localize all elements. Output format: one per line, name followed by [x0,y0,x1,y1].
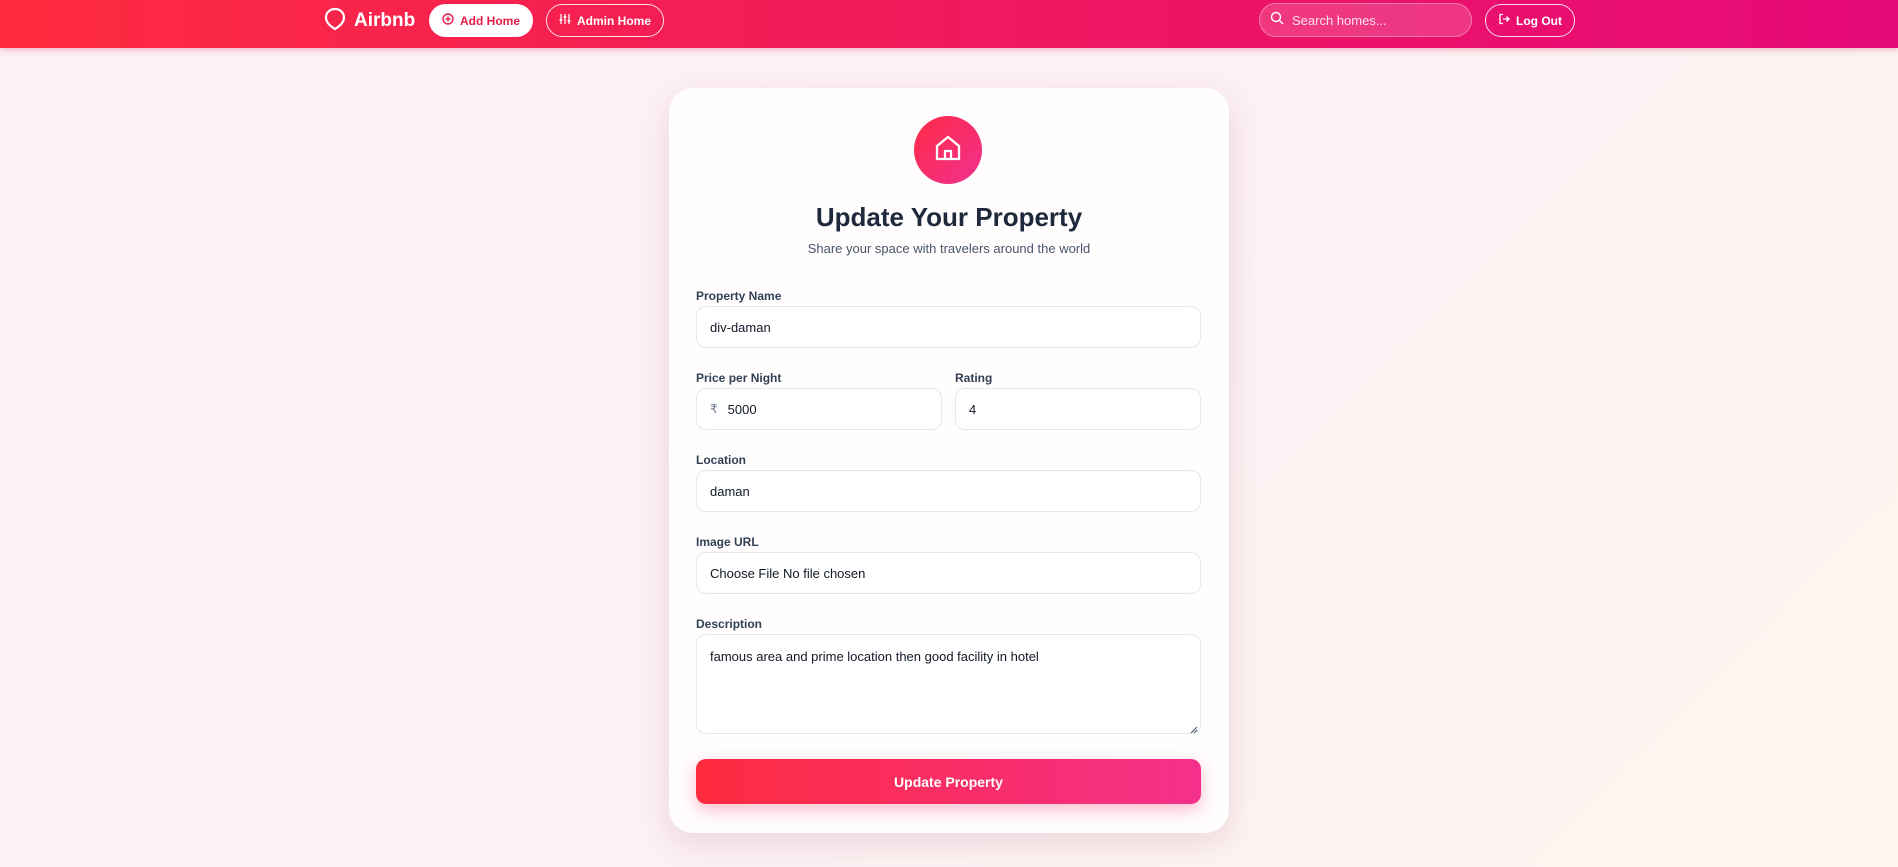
plus-circle-icon [442,13,454,28]
image-url-label: Image URL [696,535,759,549]
search-icon [1270,11,1284,30]
logout-button[interactable]: Log Out [1485,4,1575,37]
logout-label: Log Out [1516,13,1562,28]
image-file-value: Choose File No file chosen [710,565,866,581]
update-property-button[interactable]: Update Property [696,759,1201,804]
page-title: Update Your Property [815,202,1083,232]
brand-logo[interactable]: Airbnb [324,7,416,36]
price-value: 5000 [727,401,757,417]
description-textarea[interactable]: famous area and prime location then good… [696,634,1201,734]
update-property-card: Update Your Property Share your space wi… [669,88,1229,833]
search-input[interactable] [1292,12,1462,28]
page-subtitle: Share your space with travelers around t… [807,241,1091,256]
location-input[interactable]: daman [696,470,1201,512]
brand-name: Airbnb [354,10,416,31]
property-name-input[interactable]: div-daman [696,306,1201,348]
add-home-label: Add Home [460,13,520,28]
search-box [1259,3,1472,37]
house-badge [914,116,982,184]
resize-handle-icon[interactable] [1189,722,1198,734]
property-name-label: Property Name [696,289,782,303]
price-input[interactable]: ₹ 5000 [696,388,942,430]
rupee-icon: ₹ [710,402,718,416]
description-label: Description [696,617,763,631]
airbnb-logo-icon [324,7,346,36]
rating-value: 4 [969,401,977,417]
sliders-icon [559,13,571,28]
top-navbar: Airbnb Add Home Admin Home Search homes.… [0,0,1898,48]
property-name-value: div-daman [710,319,771,335]
image-file-input[interactable]: Choose File No file chosen [696,552,1201,594]
rating-input[interactable]: 4 [955,388,1201,430]
price-label: Price per Night [696,371,782,385]
admin-home-button[interactable]: Admin Home [546,4,664,37]
location-label: Location [696,453,746,467]
admin-home-label: Admin Home [576,13,651,28]
rating-label: Rating [955,371,993,385]
logout-icon [1498,13,1510,28]
add-home-button[interactable]: Add Home [429,4,533,37]
update-property-label: Update Property [894,773,1003,790]
location-value: daman [710,483,750,499]
description-value: famous area and prime location then good… [710,649,1039,664]
home-icon [933,133,963,168]
